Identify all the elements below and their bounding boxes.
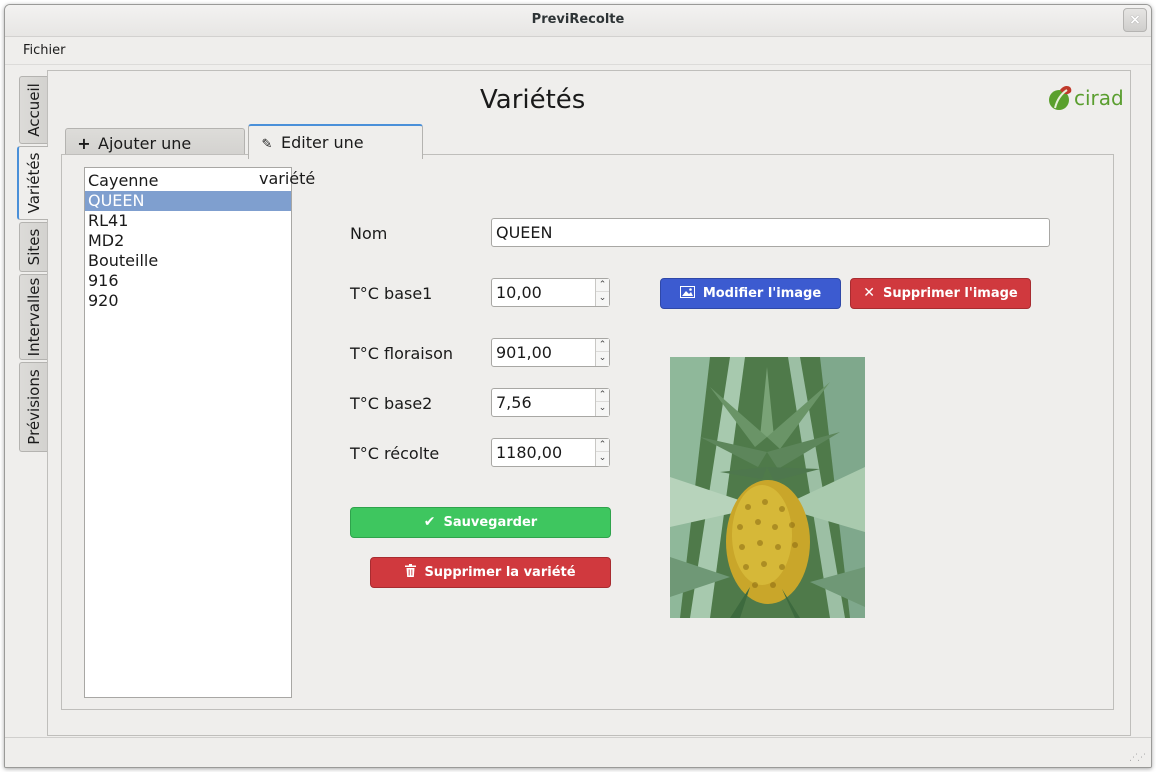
delete-image-button[interactable]: ✕ Supprimer l'image	[850, 278, 1031, 309]
side-tab-label: Prévisions	[24, 369, 43, 445]
spin-up-icon[interactable]: ⌃	[596, 389, 609, 402]
logo-text: cirad	[1074, 86, 1124, 110]
side-tab-accueil[interactable]: Accueil	[19, 76, 47, 144]
list-item[interactable]: 916	[85, 271, 291, 291]
delete-image-label: Supprimer l'image	[883, 286, 1018, 301]
base2-label: T°C base2	[350, 394, 433, 413]
tab-edit-variety[interactable]: ✎ Editer une variété	[248, 124, 423, 188]
recolte-value: 1180,00	[496, 443, 563, 462]
side-tab-label: Variétés	[24, 152, 43, 214]
modify-image-button[interactable]: Modifier l'image	[660, 278, 841, 309]
nom-input[interactable]: QUEEN	[491, 218, 1050, 247]
spin-down-icon[interactable]: ⌄	[596, 292, 609, 305]
image-icon	[679, 279, 695, 308]
side-tab-varietes[interactable]: Variétés	[17, 146, 48, 220]
cirad-logo: cirad	[1047, 84, 1124, 114]
page-title: Variétés	[480, 85, 586, 115]
close-button[interactable]: ×	[1123, 8, 1147, 32]
spin-down-icon[interactable]: ⌄	[596, 402, 609, 415]
base1-label: T°C base1	[350, 284, 433, 303]
recolte-spinbox[interactable]: 1180,00 ⌃ ⌄	[491, 438, 610, 467]
save-label: Sauvegarder	[443, 515, 538, 530]
spin-down-icon[interactable]: ⌄	[596, 452, 609, 465]
delete-variety-button[interactable]: Supprimer la variété	[370, 557, 611, 588]
spin-up-icon[interactable]: ⌃	[596, 439, 609, 452]
recolte-label: T°C récolte	[350, 444, 440, 463]
side-tab-label: Accueil	[24, 83, 43, 137]
side-tab-previsions[interactable]: Prévisions	[19, 362, 47, 452]
menu-fichier[interactable]: Fichier	[23, 43, 66, 58]
base1-value: 10,00	[496, 283, 542, 302]
menu-bar: Fichier	[5, 37, 1151, 65]
nom-label: Nom	[350, 224, 388, 243]
list-item[interactable]: RL41	[85, 211, 291, 231]
spin-up-icon[interactable]: ⌃	[596, 279, 609, 292]
status-bar: ⋰⋰	[5, 737, 1151, 767]
floraison-value: 901,00	[496, 343, 552, 362]
base1-spinbox[interactable]: 10,00 ⌃ ⌄	[491, 278, 610, 307]
variety-image	[670, 357, 865, 618]
side-tab-label: Intervalles	[24, 277, 43, 357]
modify-image-label: Modifier l'image	[702, 286, 822, 301]
pencil-icon: ✎	[261, 137, 273, 152]
cirad-leaf-icon	[1049, 85, 1072, 110]
spin-down-icon[interactable]: ⌄	[596, 352, 609, 365]
window-title: PreviRecolte	[531, 12, 625, 27]
side-tab-sites[interactable]: Sites	[19, 222, 47, 272]
list-item[interactable]: 920	[85, 291, 291, 311]
spin-up-icon[interactable]: ⌃	[596, 339, 609, 352]
trash-icon	[405, 558, 417, 587]
list-item[interactable]: Bouteille	[85, 251, 291, 271]
variety-list[interactable]: Cayenne QUEEN RL41 MD2 Bouteille 916 920	[84, 167, 292, 698]
save-button[interactable]: ✔ Sauvegarder	[350, 507, 611, 538]
side-tab-label: Sites	[24, 228, 43, 266]
floraison-spinbox[interactable]: 901,00 ⌃ ⌄	[491, 338, 610, 367]
base2-value: 7,56	[496, 393, 532, 412]
check-icon: ✔	[423, 514, 436, 530]
close-x-icon: ✕	[863, 285, 875, 301]
list-item[interactable]: MD2	[85, 231, 291, 251]
side-tab-intervalles[interactable]: Intervalles	[19, 274, 47, 360]
delete-variety-label: Supprimer la variété	[424, 565, 576, 580]
floraison-label: T°C floraison	[350, 344, 453, 363]
base2-spinbox[interactable]: 7,56 ⌃ ⌄	[491, 388, 610, 417]
title-bar: PreviRecolte ×	[5, 5, 1151, 37]
resize-grip-icon[interactable]: ⋰⋰	[1129, 753, 1146, 763]
